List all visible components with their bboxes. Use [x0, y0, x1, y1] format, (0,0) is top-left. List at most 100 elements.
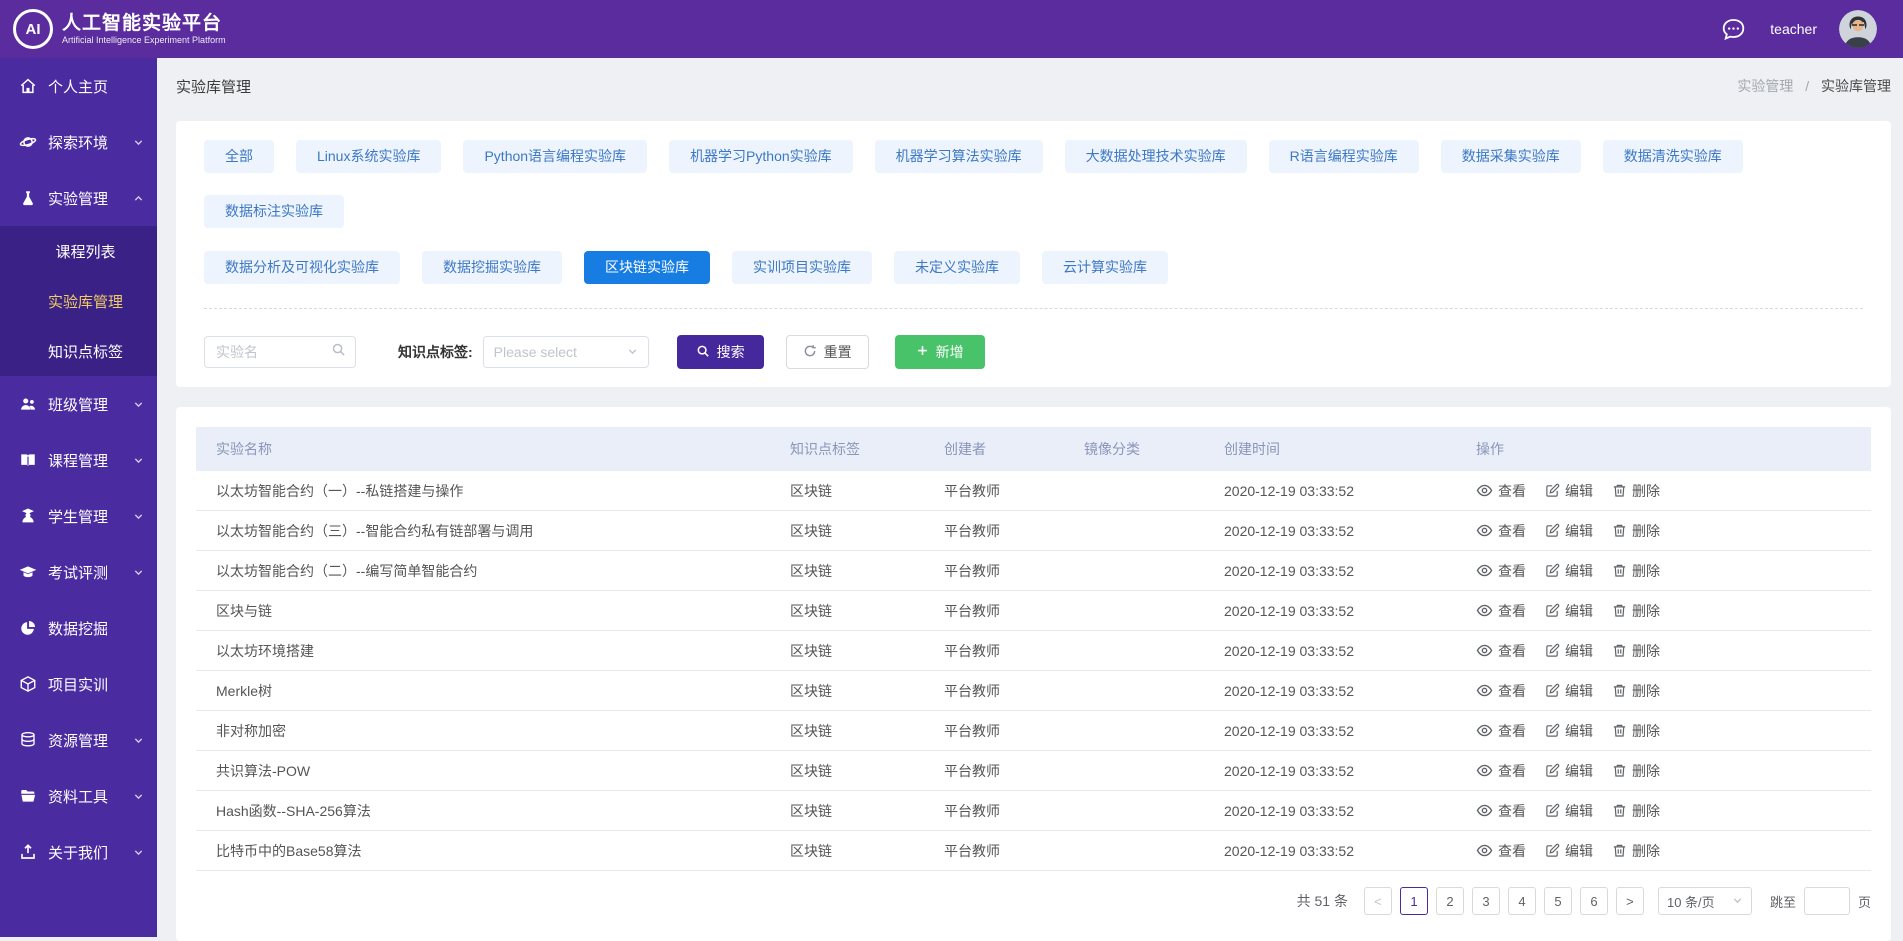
cell-image_type [1084, 551, 1224, 591]
filter-tag[interactable]: 全部 [204, 140, 274, 173]
delete-button[interactable]: 删除 [1612, 561, 1660, 581]
cell-name: Merkle树 [196, 671, 790, 711]
trash-icon [1612, 603, 1627, 618]
message-bubble-icon[interactable] [1719, 15, 1748, 44]
page-size-select[interactable]: 10 条/页 [1658, 887, 1752, 915]
sidebar-item-home[interactable]: 个人主页 [0, 58, 157, 114]
delete-button[interactable]: 删除 [1612, 841, 1660, 861]
view-button[interactable]: 查看 [1476, 841, 1526, 861]
chevron-down-icon [133, 511, 144, 522]
view-button[interactable]: 查看 [1476, 601, 1526, 621]
edit-icon [1545, 803, 1560, 818]
avatar[interactable] [1839, 10, 1877, 48]
search-button[interactable]: 搜索 [677, 335, 764, 369]
view-button[interactable]: 查看 [1476, 721, 1526, 741]
sidebar-item-course-mgmt[interactable]: 课程管理 [0, 432, 157, 488]
experiment-name-input[interactable] [214, 343, 331, 361]
sidebar-item-label: 班级管理 [48, 394, 133, 415]
edit-button[interactable]: 编辑 [1545, 721, 1593, 741]
edit-button[interactable]: 编辑 [1545, 841, 1593, 861]
next-page-button[interactable]: > [1616, 887, 1644, 915]
row-actions: 查看编辑删除 [1476, 841, 1871, 861]
page-button-3[interactable]: 3 [1472, 887, 1500, 915]
chevron-down-icon [133, 399, 144, 410]
edit-label: 编辑 [1565, 481, 1593, 501]
view-button[interactable]: 查看 [1476, 521, 1526, 541]
sidebar-item-project-training[interactable]: 项目实训 [0, 656, 157, 712]
edit-button[interactable]: 编辑 [1545, 761, 1593, 781]
sidebar-item-about-us[interactable]: 关于我们 [0, 824, 157, 880]
delete-button[interactable]: 删除 [1612, 601, 1660, 621]
submenu-item-experiment-lib-mgmt[interactable]: 实验库管理 [0, 276, 157, 326]
trash-icon [1612, 563, 1627, 578]
view-button[interactable]: 查看 [1476, 561, 1526, 581]
sidebar-item-doc-tools[interactable]: 资料工具 [0, 768, 157, 824]
edit-label: 编辑 [1565, 521, 1593, 541]
view-button[interactable]: 查看 [1476, 801, 1526, 821]
username[interactable]: teacher [1770, 21, 1817, 37]
filter-tag[interactable]: 机器学习Python实验库 [669, 140, 853, 173]
edit-button[interactable]: 编辑 [1545, 521, 1593, 541]
edit-button[interactable]: 编辑 [1545, 481, 1593, 501]
view-button[interactable]: 查看 [1476, 641, 1526, 661]
sidebar-item-label: 资料工具 [48, 786, 133, 807]
knowledge-tag-select[interactable]: Please select [483, 336, 649, 368]
add-button[interactable]: 新增 [895, 335, 985, 369]
sidebar-item-explore-env[interactable]: 探索环境 [0, 114, 157, 170]
sidebar-item-exam-eval[interactable]: 考试评测 [0, 544, 157, 600]
breadcrumb-parent[interactable]: 实验管理 [1737, 78, 1793, 94]
edit-button[interactable]: 编辑 [1545, 801, 1593, 821]
page-button-1[interactable]: 1 [1400, 887, 1428, 915]
sidebar-item-student-mgmt[interactable]: 学生管理 [0, 488, 157, 544]
delete-button[interactable]: 删除 [1612, 721, 1660, 741]
filter-tag[interactable]: Linux系统实验库 [296, 140, 441, 173]
prev-page-button[interactable]: < [1364, 887, 1392, 915]
view-button[interactable]: 查看 [1476, 761, 1526, 781]
filter-tag[interactable]: 未定义实验库 [894, 251, 1020, 284]
delete-button[interactable]: 删除 [1612, 641, 1660, 661]
filter-tag[interactable]: R语言编程实验库 [1269, 140, 1419, 173]
filter-tag[interactable]: 数据采集实验库 [1441, 140, 1581, 173]
view-button[interactable]: 查看 [1476, 481, 1526, 501]
sidebar-item-class-mgmt[interactable]: 班级管理 [0, 376, 157, 432]
edit-button[interactable]: 编辑 [1545, 561, 1593, 581]
delete-button[interactable]: 删除 [1612, 481, 1660, 501]
edit-button[interactable]: 编辑 [1545, 601, 1593, 621]
filter-tag[interactable]: 云计算实验库 [1042, 251, 1168, 284]
eye-icon [1476, 722, 1493, 739]
delete-button[interactable]: 删除 [1612, 521, 1660, 541]
edit-label: 编辑 [1565, 641, 1593, 661]
view-button[interactable]: 查看 [1476, 681, 1526, 701]
page-button-2[interactable]: 2 [1436, 887, 1464, 915]
edit-button[interactable]: 编辑 [1545, 641, 1593, 661]
reset-button[interactable]: 重置 [786, 335, 869, 369]
submenu-item-course-list[interactable]: 课程列表 [0, 226, 157, 276]
page-button-5[interactable]: 5 [1544, 887, 1572, 915]
cell-name: 非对称加密 [196, 711, 790, 751]
filter-tag[interactable]: 数据标注实验库 [204, 195, 344, 228]
filter-tag[interactable]: 大数据处理技术实验库 [1065, 140, 1247, 173]
delete-button[interactable]: 删除 [1612, 681, 1660, 701]
filter-tag[interactable]: 区块链实验库 [584, 251, 710, 284]
jump-page-input[interactable] [1804, 887, 1850, 915]
edit-button[interactable]: 编辑 [1545, 681, 1593, 701]
sidebar-item-experiment-mgmt[interactable]: 实验管理 [0, 170, 157, 226]
sidebar-item-resource-mgmt[interactable]: 资源管理 [0, 712, 157, 768]
col-actions: 操作 [1476, 427, 1871, 471]
cell-image_type [1084, 591, 1224, 631]
filter-tag[interactable]: 数据挖掘实验库 [422, 251, 562, 284]
delete-button[interactable]: 删除 [1612, 761, 1660, 781]
page-button-4[interactable]: 4 [1508, 887, 1536, 915]
filter-tag[interactable]: Python语言编程实验库 [463, 140, 647, 173]
sidebar-item-label: 实验管理 [48, 188, 133, 209]
filter-tag[interactable]: 数据清洗实验库 [1603, 140, 1743, 173]
edit-icon [1545, 763, 1560, 778]
submenu-item-knowledge-tags[interactable]: 知识点标签 [0, 326, 157, 376]
table-header-row: 实验名称 知识点标签 创建者 镜像分类 创建时间 操作 [196, 427, 1871, 471]
filter-tag[interactable]: 实训项目实验库 [732, 251, 872, 284]
filter-tag[interactable]: 机器学习算法实验库 [875, 140, 1043, 173]
filter-tag[interactable]: 数据分析及可视化实验库 [204, 251, 400, 284]
sidebar-item-data-mining[interactable]: 数据挖掘 [0, 600, 157, 656]
page-button-6[interactable]: 6 [1580, 887, 1608, 915]
delete-button[interactable]: 删除 [1612, 801, 1660, 821]
